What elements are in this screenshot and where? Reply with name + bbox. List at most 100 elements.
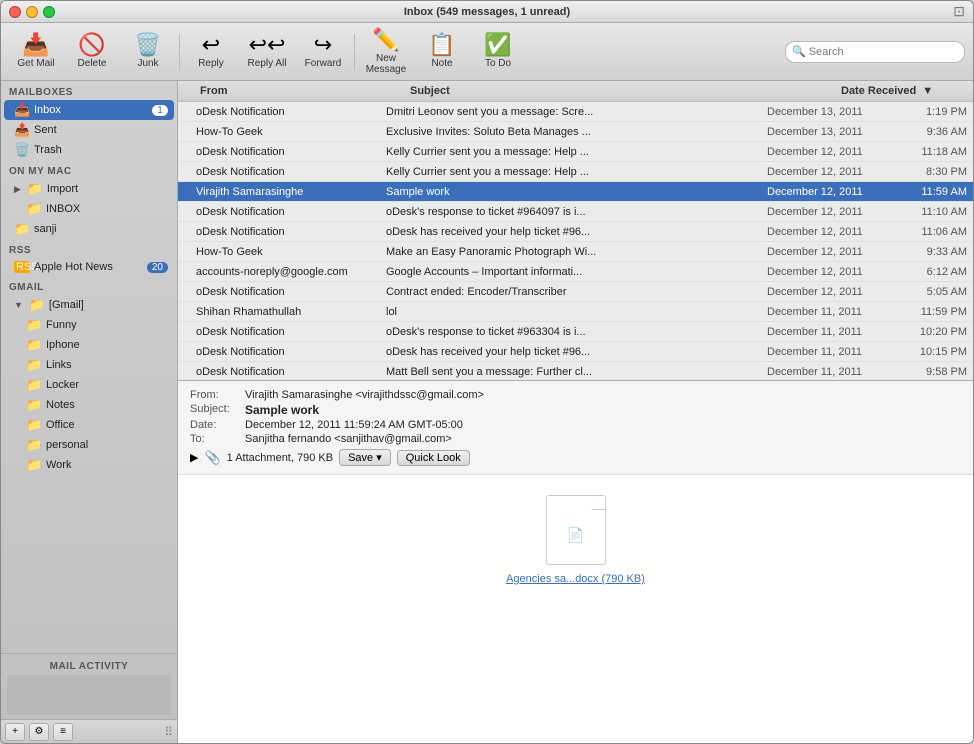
sidebar-item-import[interactable]: ▶ 📁 Import <box>4 179 174 199</box>
office-folder-icon: 📁 <box>26 417 42 433</box>
email-row[interactable]: How-To GeekExclusive Invites: Soluto Bet… <box>178 122 973 142</box>
email-date: December 11, 2011 <box>767 306 897 318</box>
to-row: To: Sanjitha fernando <sanjithav@gmail.c… <box>190 433 961 445</box>
personal-label: personal <box>46 439 168 451</box>
email-row[interactable]: oDesk NotificationoDesk has received you… <box>178 222 973 242</box>
close-button[interactable] <box>9 6 21 18</box>
unread-indicator <box>184 108 192 116</box>
unread-indicator <box>184 188 192 196</box>
gmail-folder-icon: 📁 <box>29 297 45 313</box>
subject-col-header[interactable]: Subject <box>406 83 837 99</box>
sidebar-item-apple-news[interactable]: RSS Apple Hot News 20 <box>4 258 174 276</box>
file-name-label[interactable]: Agencies sa...docx (790 KB) <box>506 573 645 585</box>
email-from: oDesk Notification <box>196 346 386 358</box>
email-row[interactable]: oDesk NotificationMatt Bell sent you a m… <box>178 362 973 381</box>
attachment-row: ▶ 📎 1 Attachment, 790 KB Save ▾ Quick Lo… <box>190 449 961 466</box>
links-label: Links <box>46 359 168 371</box>
save-attachment-button[interactable]: Save ▾ <box>339 449 391 466</box>
junk-button[interactable]: 🗑️ Junk <box>121 27 175 77</box>
sidebar-item-iphone[interactable]: 📁 Iphone <box>4 335 174 355</box>
mailbox-settings-button[interactable]: ⚙ <box>29 723 49 741</box>
email-row[interactable]: oDesk NotificationKelly Currier sent you… <box>178 142 973 162</box>
note-button[interactable]: 📋 Note <box>415 27 469 77</box>
to-do-button[interactable]: ✅ To Do <box>471 27 525 77</box>
email-from: oDesk Notification <box>196 146 386 158</box>
email-row[interactable]: oDesk NotificationKelly Currier sent you… <box>178 162 973 182</box>
get-mail-button[interactable]: 📥 Get Mail <box>9 27 63 77</box>
email-time: 10:20 PM <box>897 326 967 338</box>
date-col-header[interactable]: Date Received ▼ <box>837 83 967 99</box>
note-icon: 📋 <box>428 34 455 56</box>
maximize-button[interactable] <box>43 6 55 18</box>
sidebar-item-links[interactable]: 📁 Links <box>4 355 174 375</box>
apple-news-label: Apple Hot News <box>34 261 143 273</box>
folder-icon-3: 📁 <box>14 221 30 237</box>
get-mail-icon: 📥 <box>22 34 49 56</box>
sidebar-item-sent[interactable]: 📤 Sent <box>4 120 174 140</box>
to-value: Sanjitha fernando <sanjithav@gmail.com> <box>245 433 452 445</box>
email-subject: Kelly Currier sent you a message: Help .… <box>386 146 767 158</box>
expand-attachments-icon[interactable]: ▶ <box>190 451 198 464</box>
forward-button[interactable]: ↪ Forward <box>296 27 350 77</box>
from-col-header[interactable]: From <box>196 83 406 99</box>
email-subject: Exclusive Invites: Soluto Beta Manages .… <box>386 126 767 138</box>
email-row[interactable]: How-To GeekMake an Easy Panoramic Photog… <box>178 242 973 262</box>
gmail-header: GMAIL <box>1 276 177 295</box>
email-row[interactable]: oDesk NotificationContract ended: Encode… <box>178 282 973 302</box>
email-time: 6:12 AM <box>897 266 967 278</box>
sidebar-item-sanji[interactable]: 📁 sanji <box>4 219 174 239</box>
quick-look-button[interactable]: Quick Look <box>397 450 470 466</box>
sidebar-item-office[interactable]: 📁 Office <box>4 415 174 435</box>
email-date: December 13, 2011 <box>767 126 897 138</box>
email-date: December 13, 2011 <box>767 106 897 118</box>
new-message-icon: ✏️ <box>372 29 399 51</box>
sidebar-item-locker[interactable]: 📁 Locker <box>4 375 174 395</box>
reply-button[interactable]: ↩ Reply <box>184 27 238 77</box>
sidebar-item-funny[interactable]: 📁 Funny <box>4 315 174 335</box>
email-row[interactable]: accounts-noreply@google.comGoogle Accoun… <box>178 262 973 282</box>
add-mailbox-button[interactable]: + <box>5 723 25 741</box>
email-row[interactable]: oDesk NotificationoDesk has received you… <box>178 342 973 362</box>
get-mail-label: Get Mail <box>17 58 54 69</box>
sidebar-item-trash[interactable]: 🗑️ Trash <box>4 140 174 160</box>
minimize-button[interactable] <box>26 6 38 18</box>
email-row[interactable]: oDesk NotificationoDesk's response to ti… <box>178 202 973 222</box>
notes-folder-icon: 📁 <box>26 397 42 413</box>
email-subject: Google Accounts – Important informati... <box>386 266 767 278</box>
to-label: To: <box>190 433 245 445</box>
unread-indicator <box>184 368 192 376</box>
locker-folder-icon: 📁 <box>26 377 42 393</box>
sidebar-item-work[interactable]: 📁 Work <box>4 455 174 475</box>
window-title: Inbox (549 messages, 1 unread) <box>404 6 570 18</box>
sidebar-item-notes[interactable]: 📁 Notes <box>4 395 174 415</box>
email-row[interactable]: Shihan RhamathullahlolDecember 11, 20111… <box>178 302 973 322</box>
email-date: December 12, 2011 <box>767 146 897 158</box>
locker-label: Locker <box>46 379 168 391</box>
sidebar-item-gmail[interactable]: ▼ 📁 [Gmail] <box>4 295 174 315</box>
search-input[interactable] <box>809 46 958 58</box>
email-row[interactable]: oDesk NotificationoDesk's response to ti… <box>178 322 973 342</box>
sidebar-item-inbox[interactable]: 📥 Inbox 1 <box>4 100 174 120</box>
email-row[interactable]: Virajith SamarasingheSample workDecember… <box>178 182 973 202</box>
reply-all-button[interactable]: ↩↩ Reply All <box>240 27 294 77</box>
search-icon: 🔍 <box>792 45 806 58</box>
sidebar-item-personal[interactable]: 📁 personal <box>4 435 174 455</box>
new-message-button[interactable]: ✏️ New Message <box>359 27 413 77</box>
list-view-button[interactable]: ≡ <box>53 723 73 741</box>
delete-button[interactable]: 🚫 Delete <box>65 27 119 77</box>
sidebar-item-inbox2[interactable]: 📁 INBOX <box>4 199 174 219</box>
email-date: December 12, 2011 <box>767 246 897 258</box>
file-icon: 📄 <box>546 495 606 565</box>
window-controls <box>9 6 55 18</box>
mailboxes-header: MAILBOXES <box>1 81 177 100</box>
delete-icon: 🚫 <box>78 34 105 56</box>
unread-indicator <box>184 308 192 316</box>
separator-1 <box>179 34 180 70</box>
sort-arrow: ▼ <box>922 85 933 97</box>
subject-label: Subject: <box>190 403 245 415</box>
unread-indicator <box>184 328 192 336</box>
unread-indicator <box>184 208 192 216</box>
email-row[interactable]: oDesk NotificationDmitri Leonov sent you… <box>178 102 973 122</box>
save-dropdown-icon: ▾ <box>376 452 382 464</box>
email-from: oDesk Notification <box>196 286 386 298</box>
